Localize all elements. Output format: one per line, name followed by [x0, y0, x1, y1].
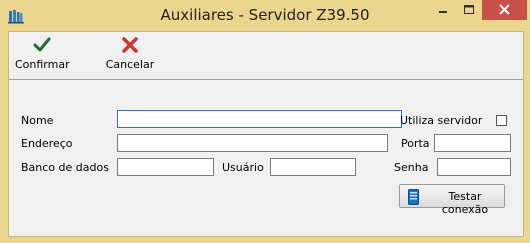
senha-input[interactable]	[437, 158, 511, 176]
cancel-label: Cancelar	[105, 58, 155, 71]
usuario-input[interactable]	[270, 158, 356, 176]
close-button[interactable]	[482, 0, 527, 20]
cancel-button[interactable]: Cancelar	[103, 36, 157, 76]
banco-de-dados-input[interactable]	[117, 158, 214, 176]
dialog-window: Auxiliares - Servidor Z39.50 Confirmar C…	[0, 0, 530, 243]
endereco-label: Endereço	[21, 137, 73, 150]
confirm-label: Confirmar	[15, 58, 70, 71]
close-icon	[499, 4, 510, 15]
nome-label: Nome	[21, 114, 54, 127]
title-bar[interactable]: Auxiliares - Servidor Z39.50	[0, 0, 530, 31]
dialog-content: Confirmar Cancelar Nome Utiliza servidor…	[8, 31, 524, 237]
x-icon	[122, 37, 138, 53]
usuario-label: Usuário	[222, 161, 264, 174]
checkmark-icon	[33, 37, 51, 52]
porta-input[interactable]	[434, 134, 511, 152]
utiliza-servidor-label: Utiliza servidor	[400, 114, 483, 127]
server-icon	[408, 189, 419, 205]
porta-label: Porta	[401, 137, 430, 150]
test-connection-label: Testar conexão	[441, 190, 489, 216]
confirm-button[interactable]: Confirmar	[15, 36, 70, 76]
nome-input[interactable]	[117, 110, 402, 128]
minimize-icon[interactable]	[430, 0, 456, 20]
banco-de-dados-label: Banco de dados	[21, 161, 109, 174]
test-connection-button[interactable]: Testar conexão	[399, 184, 505, 216]
maximize-icon[interactable]	[456, 0, 482, 20]
endereco-input[interactable]	[117, 134, 388, 152]
server-form: Nome Utiliza servidor Endereço Porta Ban…	[9, 80, 523, 236]
senha-label: Senha	[394, 161, 429, 174]
toolbar: Confirmar Cancelar	[9, 32, 523, 80]
utiliza-servidor-checkbox[interactable]	[496, 115, 507, 126]
